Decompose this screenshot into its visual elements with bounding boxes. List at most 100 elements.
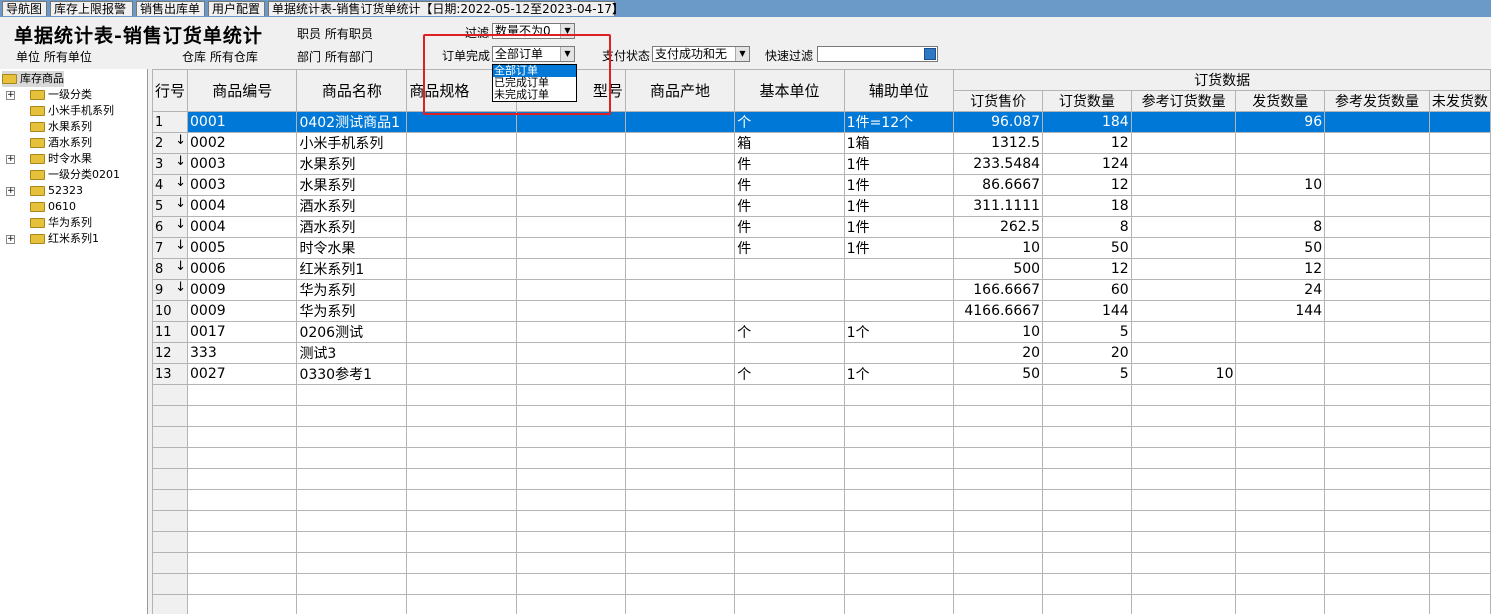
empty-cell[interactable] <box>187 573 298 595</box>
cell-ref-ship-qty[interactable] <box>1324 174 1430 196</box>
cell-ref-ship-qty[interactable] <box>1324 300 1430 322</box>
cell-spec[interactable] <box>406 132 517 154</box>
row-number[interactable]: 4 ↓ <box>152 174 189 196</box>
table-row[interactable]: 2 ↓ 0002 小米手机系列箱 1箱 1312.5 12 <box>152 132 1491 154</box>
unit-filter-label[interactable]: 单位 所有单位 <box>16 48 92 65</box>
cell-spec[interactable] <box>406 300 517 322</box>
cell-ref-qty[interactable] <box>1130 153 1237 175</box>
table-row-empty[interactable] <box>152 447 1491 469</box>
cell-unshipped[interactable] <box>1428 363 1491 385</box>
cell-base-unit[interactable]: 个 <box>734 111 845 133</box>
cell-ref-ship-qty[interactable] <box>1324 258 1430 280</box>
tree-item-fruit[interactable]: 水果系列 <box>30 119 92 135</box>
empty-cell[interactable] <box>1235 405 1326 427</box>
empty-cell[interactable] <box>187 510 298 532</box>
empty-cell[interactable] <box>953 447 1044 469</box>
cell-qty[interactable]: 184 <box>1042 111 1132 133</box>
empty-cell[interactable] <box>406 384 517 406</box>
empty-cell[interactable] <box>515 573 626 595</box>
cell-code[interactable]: 333 <box>187 342 298 364</box>
cell-base-unit[interactable] <box>734 300 845 322</box>
cell-price[interactable]: 166.6667 <box>953 279 1044 301</box>
cell-qty[interactable]: 124 <box>1042 153 1132 175</box>
cell-price[interactable]: 10 <box>953 321 1044 343</box>
cell-origin[interactable] <box>624 258 736 280</box>
table-row[interactable]: 12 333 测试3 20 20 <box>152 342 1491 364</box>
empty-cell[interactable] <box>1324 510 1430 532</box>
table-row-empty[interactable] <box>152 405 1491 427</box>
empty-cell[interactable] <box>734 489 845 511</box>
tree-item-seasonal[interactable]: 时令水果 <box>30 151 92 167</box>
cell-code[interactable]: 0003 <box>187 153 298 175</box>
cell-aux-unit[interactable] <box>843 279 955 301</box>
row-number[interactable]: 2 ↓ <box>152 132 189 154</box>
table-row-empty[interactable] <box>152 384 1491 406</box>
empty-cell[interactable] <box>1042 468 1132 490</box>
quick-filter-input[interactable] <box>817 46 938 62</box>
row-number[interactable]: 7 ↓ <box>152 237 189 259</box>
empty-cell[interactable] <box>1235 489 1326 511</box>
cell-aux-unit[interactable]: 1件 <box>843 216 955 238</box>
cell-qty[interactable]: 50 <box>1042 237 1132 259</box>
cell-model[interactable] <box>515 111 626 133</box>
table-row-empty[interactable] <box>152 552 1491 574</box>
cell-price[interactable]: 4166.6667 <box>953 300 1044 322</box>
empty-cell[interactable] <box>406 426 517 448</box>
empty-cell[interactable] <box>296 405 408 427</box>
cell-base-unit[interactable] <box>734 279 845 301</box>
row-number[interactable]: 3 ↓ <box>152 153 189 175</box>
cell-unshipped[interactable] <box>1428 174 1491 196</box>
table-row[interactable]: 3 ↓ 0003 水果系列件 1件 233.5484 124 <box>152 153 1491 175</box>
empty-cell[interactable] <box>953 405 1044 427</box>
table-row[interactable]: 8 ↓ 0006 红米系列1 500 12 12 <box>152 258 1491 280</box>
cell-base-unit[interactable]: 件 <box>734 153 845 175</box>
cell-code[interactable]: 0004 <box>187 216 298 238</box>
cell-qty[interactable]: 12 <box>1042 258 1132 280</box>
empty-cell[interactable] <box>953 531 1044 553</box>
cell-price[interactable]: 20 <box>953 342 1044 364</box>
row-number[interactable]: 12 <box>152 342 189 364</box>
cell-code[interactable]: 0009 <box>187 279 298 301</box>
empty-cell[interactable] <box>1324 468 1430 490</box>
empty-cell[interactable] <box>406 489 517 511</box>
cell-ship-qty[interactable] <box>1235 342 1326 364</box>
empty-cell[interactable] <box>406 552 517 574</box>
cell-base-unit[interactable] <box>734 342 845 364</box>
cell-aux-unit[interactable] <box>843 342 955 364</box>
empty-cell[interactable] <box>1235 384 1326 406</box>
empty-cell[interactable] <box>1324 447 1430 469</box>
cell-ref-qty[interactable] <box>1130 300 1237 322</box>
empty-cell[interactable] <box>1235 468 1326 490</box>
cell-ref-qty[interactable]: 10 <box>1130 363 1237 385</box>
cell-name[interactable]: 0206测试 <box>296 321 408 343</box>
empty-cell[interactable] <box>515 531 626 553</box>
empty-cell[interactable] <box>1324 489 1430 511</box>
cell-price[interactable]: 311.1111 <box>953 195 1044 217</box>
cell-code[interactable]: 0005 <box>187 237 298 259</box>
cell-ship-qty[interactable] <box>1235 321 1326 343</box>
empty-cell[interactable] <box>296 552 408 574</box>
empty-cell[interactable] <box>187 384 298 406</box>
cell-name[interactable]: 水果系列 <box>296 153 408 175</box>
col-header-price[interactable]: 订货售价 <box>953 90 1044 112</box>
row-number[interactable]: 10 <box>152 300 189 322</box>
empty-cell[interactable] <box>1130 510 1237 532</box>
cell-price[interactable]: 1312.5 <box>953 132 1044 154</box>
empty-cell[interactable] <box>296 489 408 511</box>
empty-cell[interactable] <box>953 552 1044 574</box>
empty-cell[interactable] <box>953 510 1044 532</box>
cell-origin[interactable] <box>624 195 736 217</box>
cell-name[interactable]: 酒水系列 <box>296 195 408 217</box>
cell-code[interactable]: 0027 <box>187 363 298 385</box>
empty-cell[interactable] <box>953 384 1044 406</box>
empty-cell[interactable] <box>624 447 736 469</box>
empty-cell[interactable] <box>624 552 736 574</box>
empty-cell[interactable] <box>1235 426 1326 448</box>
cell-aux-unit[interactable] <box>843 258 955 280</box>
cell-ref-ship-qty[interactable] <box>1324 153 1430 175</box>
col-header-ship-qty[interactable]: 发货数量 <box>1235 90 1326 112</box>
cell-spec[interactable] <box>406 342 517 364</box>
empty-cell[interactable] <box>953 426 1044 448</box>
empty-cell[interactable] <box>1042 447 1132 469</box>
cell-price[interactable]: 96.087 <box>953 111 1044 133</box>
